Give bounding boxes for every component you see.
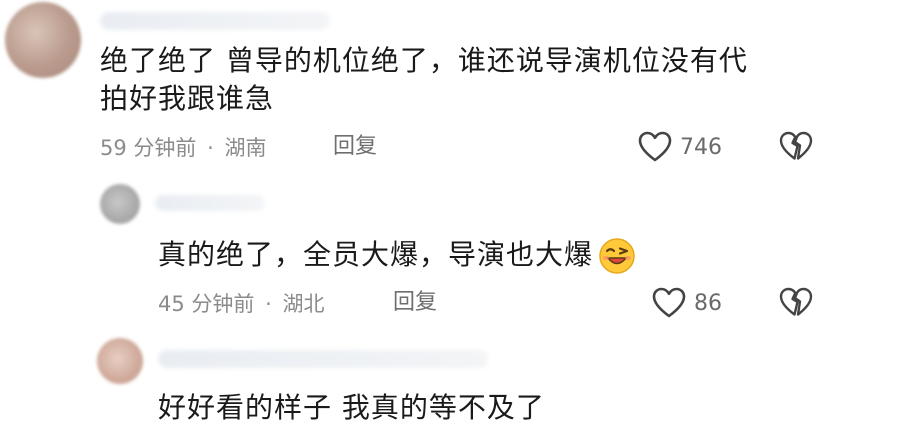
reply-button[interactable]: 回复 [393,290,437,316]
avatar[interactable] [100,184,140,224]
broken-heart-icon [779,131,813,163]
comment-text: 真的绝了，全员大爆，导演也大爆 [158,236,637,276]
comment-text-line: 拍好我跟谁急 [100,82,275,115]
avatar[interactable] [97,338,143,384]
username-blurred[interactable] [155,195,265,211]
heart-outline-icon [638,131,672,163]
dislike-button[interactable] [779,287,813,319]
dislike-button[interactable] [779,131,813,163]
location: 湖北 [282,292,325,316]
comment-text-line: 真的绝了，全员大爆，导演也大爆 [158,238,594,271]
comment-meta: 45 分钟前 · 湖北 [158,291,324,317]
like-button[interactable]: 86 [652,287,722,319]
reply-button[interactable]: 回复 [333,134,377,160]
comment-meta: 59 分钟前 · 湖南 [100,135,266,161]
comment-text: 好好看的样子 我真的等不及了 [158,389,545,427]
timestamp: 45 分钟前 [158,292,255,316]
separator: · [207,136,214,160]
location: 湖南 [224,136,267,160]
like-count: 86 [694,290,722,316]
like-count: 746 [680,134,722,160]
username-blurred[interactable] [100,12,330,30]
username-blurred[interactable] [158,350,488,368]
timestamp: 59 分钟前 [100,136,197,160]
winking-face-emoji [597,236,637,276]
comment-text: 绝了绝了 曾导的机位绝了，谁还说导演机位没有代 拍好我跟谁急 [100,42,860,118]
comment-text-line: 好好看的样子 我真的等不及了 [158,391,545,424]
separator: · [265,292,272,316]
like-button[interactable]: 746 [638,131,722,163]
broken-heart-icon [779,287,813,319]
comment-text-line: 绝了绝了 曾导的机位绝了，谁还说导演机位没有代 [100,44,748,77]
avatar[interactable] [5,2,81,78]
heart-outline-icon [652,287,686,319]
